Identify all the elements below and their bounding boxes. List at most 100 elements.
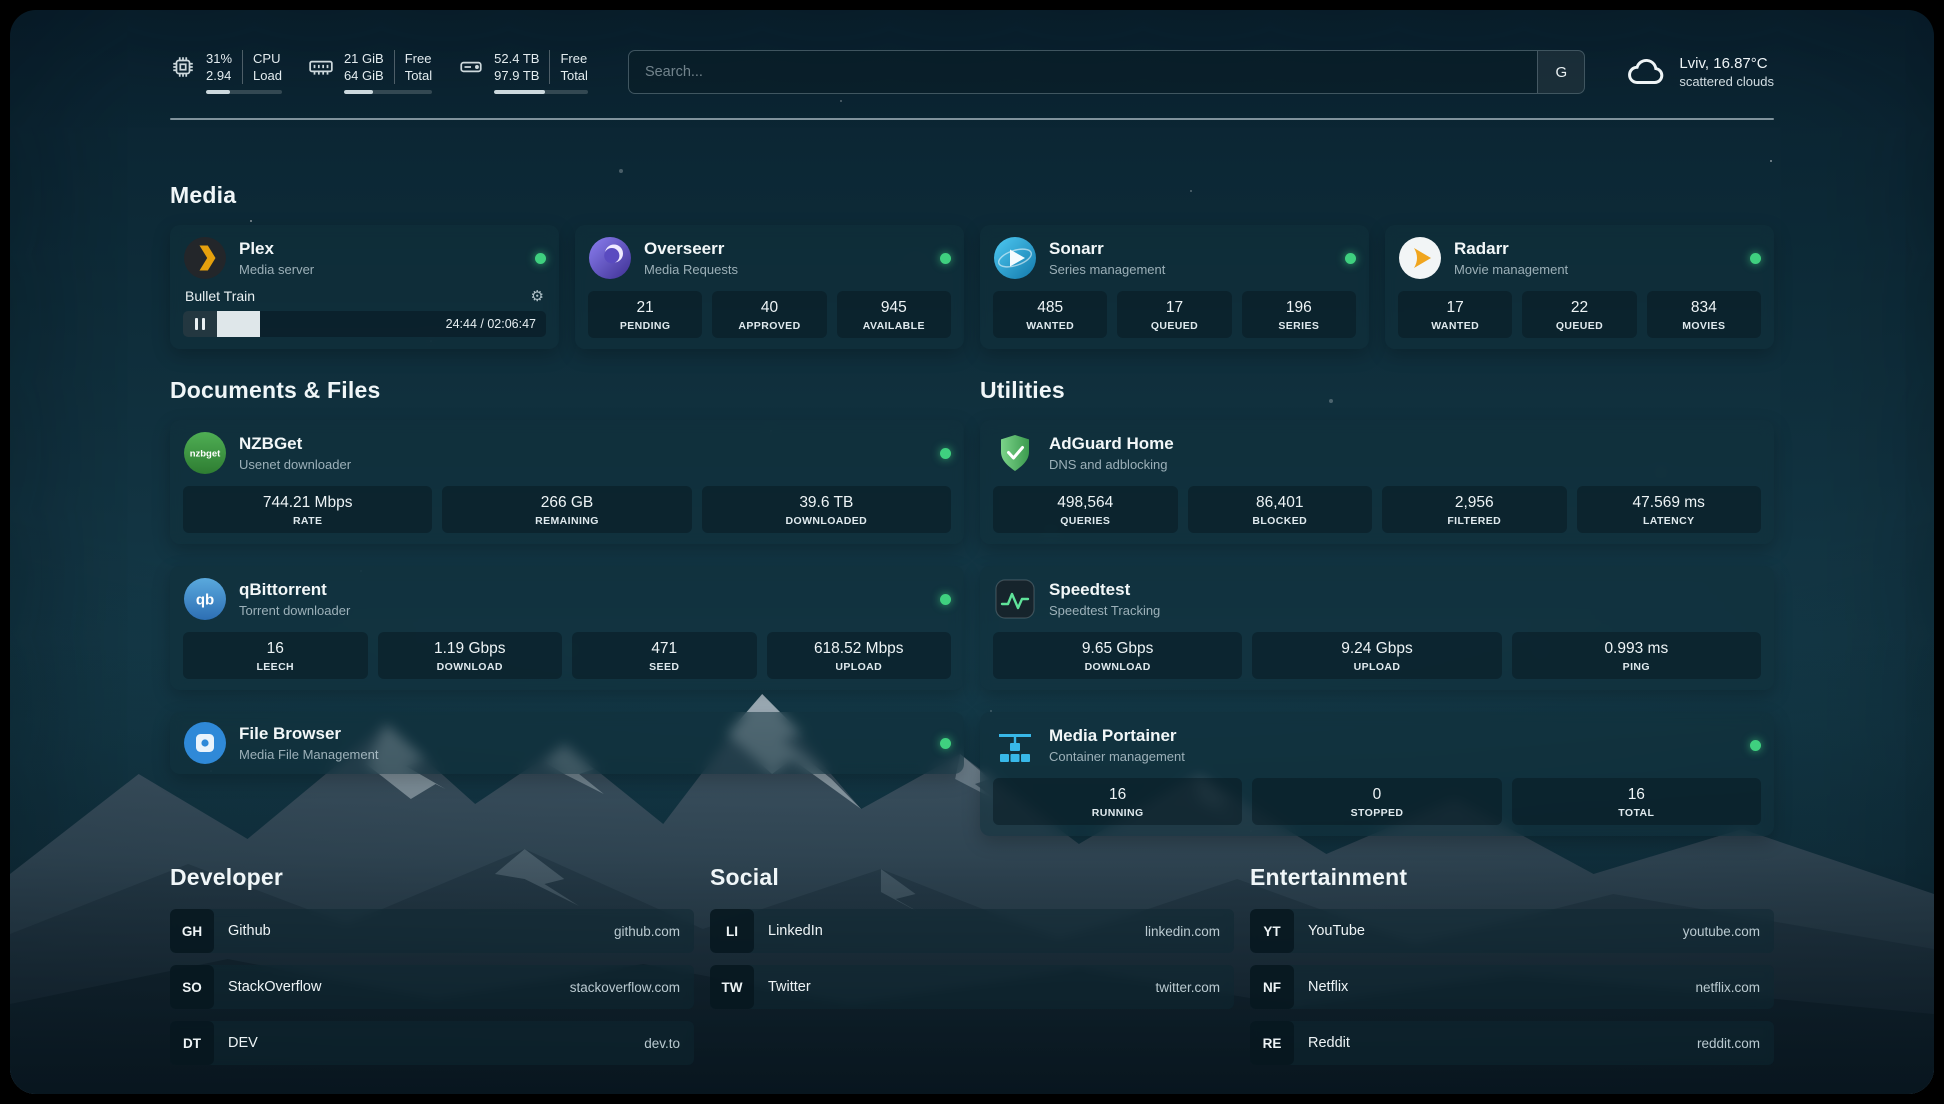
search-input[interactable] — [629, 51, 1537, 93]
stat-rate: 744.21 Mbps RATE — [183, 486, 432, 533]
section-social: Social LI LinkedIn linkedin.com TW Twitt… — [710, 864, 1234, 1065]
now-playing-title: Bullet Train — [185, 288, 255, 304]
app-subtitle: Media server — [239, 262, 314, 277]
pause-button[interactable] — [183, 311, 217, 337]
app-subtitle: DNS and adblocking — [1049, 457, 1174, 472]
app-card-nzbget[interactable]: nzbget NZBGet Usenet downloader 744.21 M… — [170, 420, 964, 544]
stat-pending: 21 PENDING — [588, 291, 702, 338]
ram-free-value: 21 GiB — [344, 50, 384, 67]
bookmark-netflix[interactable]: NF Netflix netflix.com — [1250, 965, 1774, 1009]
gear-icon[interactable]: ⚙ — [531, 289, 544, 304]
app-name: Speedtest — [1049, 580, 1160, 600]
status-dot — [535, 253, 546, 264]
nzbget-icon: nzbget — [183, 431, 227, 475]
playback-progress-track[interactable] — [217, 311, 436, 337]
bookmark-stackoverflow[interactable]: SO StackOverflow stackoverflow.com — [170, 965, 694, 1009]
playback-time: 24:44 / 02:06:47 — [436, 317, 546, 331]
app-name: Media Portainer — [1049, 726, 1185, 746]
app-name: Overseerr — [644, 239, 738, 259]
app-card-sonarr[interactable]: Sonarr Series management 485 WANTED 17 Q… — [980, 225, 1369, 349]
app-name: NZBGet — [239, 434, 351, 454]
app-subtitle: Speedtest Tracking — [1049, 603, 1160, 618]
header-divider — [170, 118, 1774, 120]
bookmark-dev[interactable]: DT DEV dev.to — [170, 1021, 694, 1065]
app-card-overseerr[interactable]: Overseerr Media Requests 21 PENDING 40 A… — [575, 225, 964, 349]
cpu-usage-value: 31% — [206, 50, 232, 67]
disk-label-bottom: Total — [560, 67, 587, 84]
app-subtitle: Media File Management — [239, 747, 378, 762]
stat-queued: 22 QUEUED — [1522, 291, 1636, 338]
bookmark-youtube[interactable]: YT YouTube youtube.com — [1250, 909, 1774, 953]
status-dot — [940, 448, 951, 459]
section-entertainment: Entertainment YT YouTube youtube.com NF … — [1250, 864, 1774, 1065]
ram-stat-widget: 21 GiB 64 GiB Free Total — [308, 50, 432, 94]
cpu-load-value: 2.94 — [206, 67, 232, 84]
stat-total: 16 TOTAL — [1512, 778, 1761, 825]
stat-ping: 0.993 ms PING — [1512, 632, 1761, 679]
cpu-label-top: CPU — [253, 50, 282, 67]
svg-text:qb: qb — [196, 592, 214, 609]
app-card-filebrowser[interactable]: File Browser Media File Management — [170, 712, 964, 774]
stat-blocked: 86,401 BLOCKED — [1188, 486, 1373, 533]
app-card-plex[interactable]: Plex Media server Bullet Train ⚙ — [170, 225, 559, 349]
ram-label-top: Free — [405, 50, 432, 67]
cpu-progress-fill — [206, 90, 230, 94]
disk-icon — [458, 54, 484, 80]
cpu-stat-widget: 31% 2.94 CPU Load — [170, 50, 282, 94]
radarr-icon — [1398, 236, 1442, 280]
portainer-icon — [993, 723, 1037, 767]
overseerr-icon — [588, 236, 632, 280]
svg-text:nzbget: nzbget — [190, 449, 221, 460]
status-dot — [940, 594, 951, 605]
weather-widget[interactable]: Lviv, 16.87°C scattered clouds — [1625, 51, 1774, 93]
app-subtitle: Series management — [1049, 262, 1165, 277]
ram-total-value: 64 GiB — [344, 67, 384, 84]
stat-running: 16 RUNNING — [993, 778, 1242, 825]
app-card-radarr[interactable]: Radarr Movie management 17 WANTED 22 QUE… — [1385, 225, 1774, 349]
filebrowser-icon — [183, 721, 227, 765]
bookmark-twitter[interactable]: TW Twitter twitter.com — [710, 965, 1234, 1009]
twitter-icon: TW — [710, 965, 754, 1009]
plex-now-playing: Bullet Train ⚙ 24:44 / 02:06:47 — [183, 288, 546, 337]
app-card-portainer[interactable]: Media Portainer Container management 16 … — [980, 712, 1774, 836]
section-title-utilities: Utilities — [980, 377, 1774, 404]
youtube-icon: YT — [1250, 909, 1294, 953]
app-card-speedtest[interactable]: Speedtest Speedtest Tracking 9.65 Gbps D… — [980, 566, 1774, 690]
stat-remaining: 266 GB REMAINING — [442, 486, 691, 533]
app-subtitle: Container management — [1049, 749, 1185, 764]
status-dot — [1345, 253, 1356, 264]
stat-downloaded: 39.6 TB DOWNLOADED — [702, 486, 951, 533]
ram-labels: Free Total — [394, 50, 432, 84]
playback-bar[interactable]: 24:44 / 02:06:47 — [183, 311, 546, 337]
search-bar[interactable]: G — [628, 50, 1585, 94]
adguard-icon — [993, 431, 1037, 475]
stat-approved: 40 APPROVED — [712, 291, 826, 338]
section-documents: Documents & Files nzbget NZBGet Usenet d… — [170, 377, 964, 836]
section-title-media: Media — [170, 182, 1774, 209]
stackoverflow-icon: SO — [170, 965, 214, 1009]
bookmark-linkedin[interactable]: LI LinkedIn linkedin.com — [710, 909, 1234, 953]
app-card-qbittorrent[interactable]: qb qBittorrent Torrent downloader 16 — [170, 566, 964, 690]
app-subtitle: Torrent downloader — [239, 603, 350, 618]
dashboard-screen: 31% 2.94 CPU Load — [10, 10, 1934, 1094]
bookmark-reddit[interactable]: RE Reddit reddit.com — [1250, 1021, 1774, 1065]
stat-queries: 498,564 QUERIES — [993, 486, 1178, 533]
netflix-icon: NF — [1250, 965, 1294, 1009]
section-title-developer: Developer — [170, 864, 694, 891]
weather-location: Lviv, 16.87°C — [1679, 54, 1774, 73]
section-utilities: Utilities AdGuard Home DNS and adblockin… — [980, 377, 1774, 836]
disk-progress-bar — [494, 90, 588, 94]
stat-queued: 17 QUEUED — [1117, 291, 1231, 338]
bookmark-github[interactable]: GH Github github.com — [170, 909, 694, 953]
plex-icon — [183, 236, 227, 280]
app-name: Radarr — [1454, 239, 1568, 259]
app-name: AdGuard Home — [1049, 434, 1174, 454]
search-engine-button[interactable]: G — [1537, 51, 1584, 93]
app-card-adguard[interactable]: AdGuard Home DNS and adblocking 498,564 … — [980, 420, 1774, 544]
section-title-social: Social — [710, 864, 1234, 891]
disk-label-top: Free — [560, 50, 587, 67]
disk-labels: Free Total — [549, 50, 587, 84]
qbittorrent-icon: qb — [183, 577, 227, 621]
cloud-icon — [1625, 51, 1667, 93]
status-dot — [1750, 253, 1761, 264]
